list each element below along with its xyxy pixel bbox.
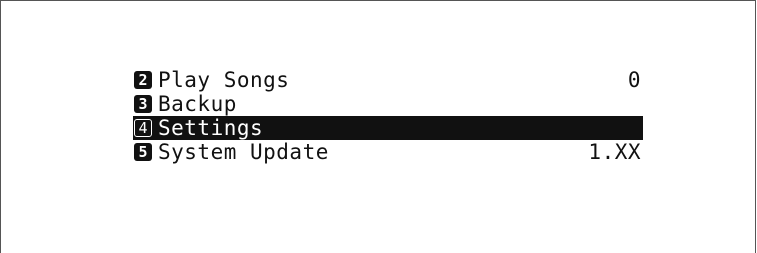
menu-item-label: System Update [158,140,329,164]
menu-item-value: 0 [627,68,641,92]
menu-item-label: Backup [158,92,237,116]
menu-number-badge: 3 [134,95,152,113]
menu-number-badge: 2 [134,71,152,89]
lcd-screen: 2 Play Songs 0 3 Backup 4 Settings 5 Sys… [0,0,756,253]
menu-list: 2 Play Songs 0 3 Backup 4 Settings 5 Sys… [133,68,643,164]
menu-item-system-update[interactable]: 5 System Update 1.XX [133,140,643,164]
menu-item-label: Settings [158,116,264,140]
menu-item-play-songs[interactable]: 2 Play Songs 0 [133,68,643,92]
menu-item-backup[interactable]: 3 Backup [133,92,643,116]
menu-item-label: Play Songs [158,68,290,92]
menu-item-settings[interactable]: 4 Settings [133,116,643,140]
menu-number-badge: 4 [134,119,152,137]
menu-item-value: 1.XX [588,140,641,164]
menu-number-badge: 5 [134,143,152,161]
